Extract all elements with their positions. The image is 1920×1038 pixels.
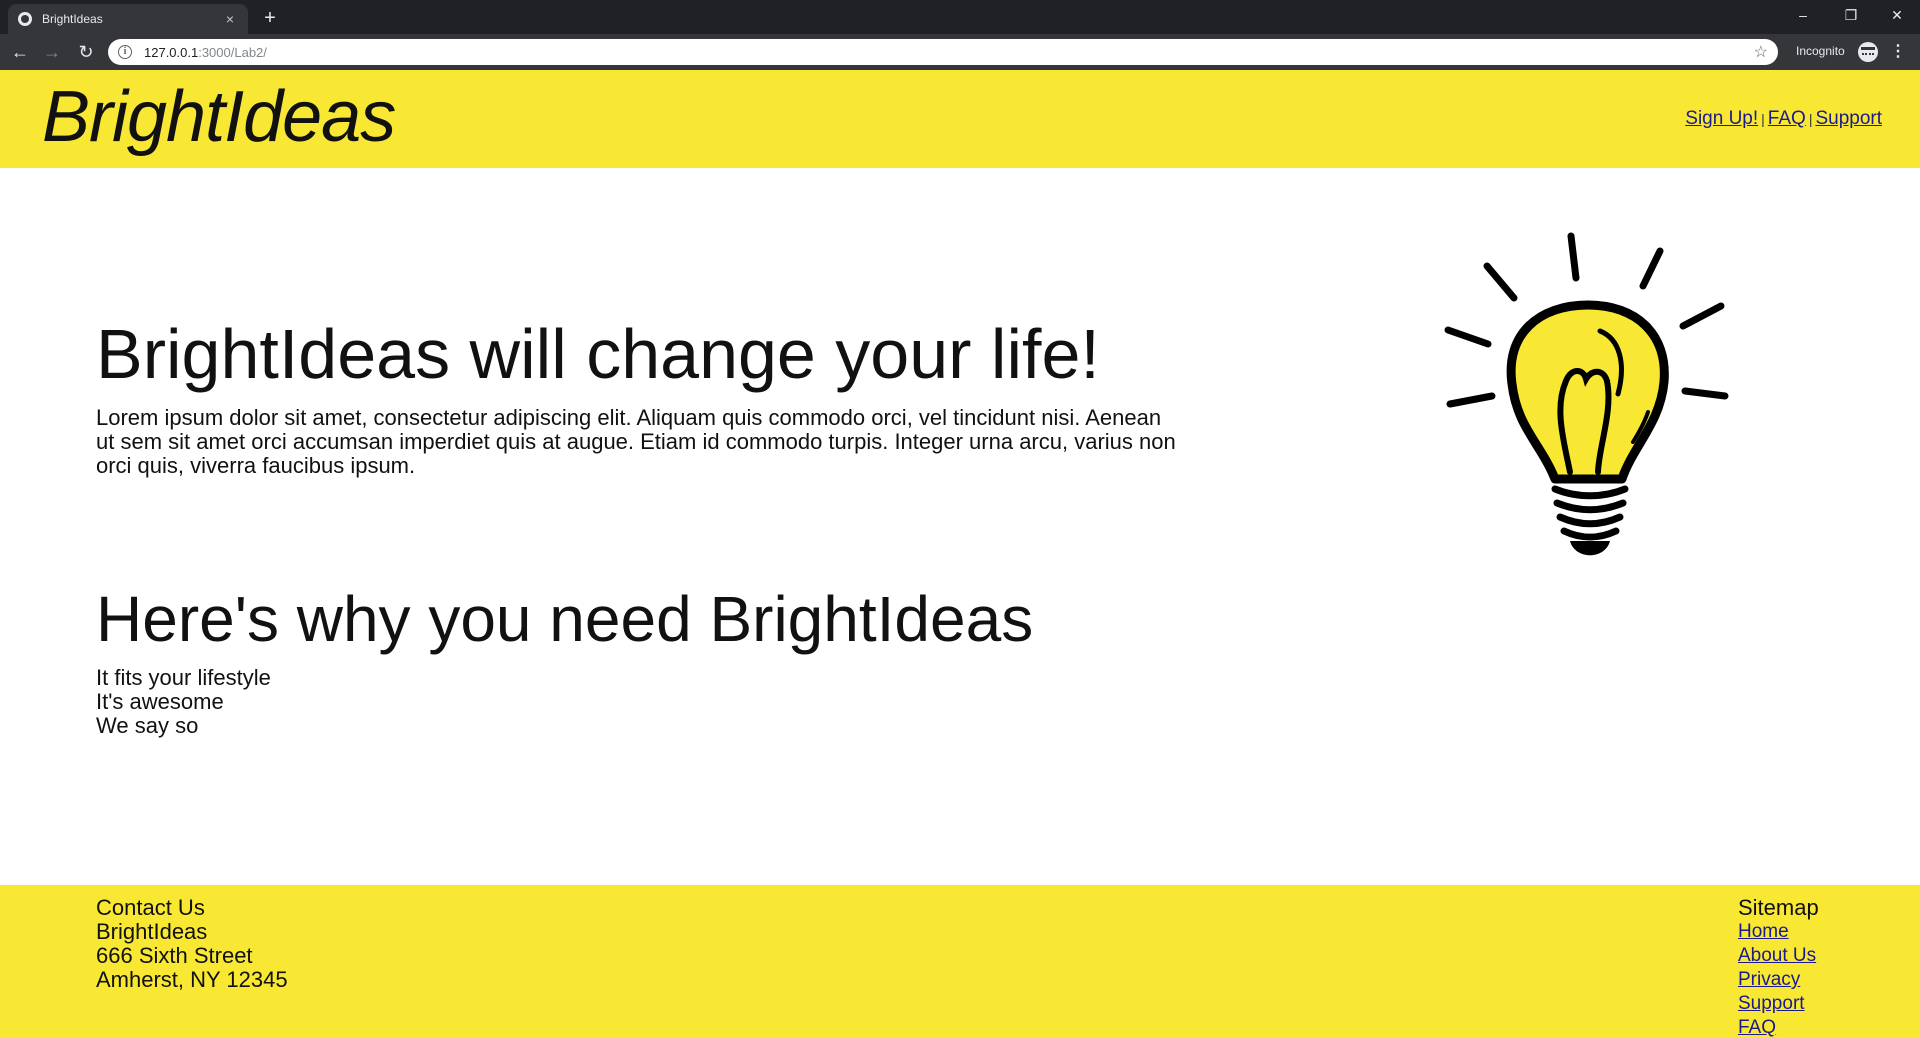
browser-tab-strip: BrightIdeas × + – ❐ ✕ (0, 0, 1920, 34)
close-window-icon[interactable]: ✕ (1874, 0, 1920, 30)
back-icon[interactable]: ← (8, 40, 32, 64)
support-link[interactable]: Support (1815, 108, 1882, 129)
globe-icon (18, 12, 32, 26)
sitemap-support-link[interactable]: Support (1738, 993, 1805, 1014)
browser-menu-icon[interactable]: ⋮ (1890, 40, 1906, 64)
address-bar[interactable]: i 127.0.0.1 :3000/Lab2/ ☆ (108, 39, 1778, 65)
nav-separator: | (1808, 111, 1813, 127)
list-item: It's awesome (96, 689, 224, 714)
sitemap-privacy-link[interactable]: Privacy (1738, 969, 1800, 990)
list-item: Home (1738, 920, 1819, 944)
list-item: About Us (1738, 944, 1819, 968)
bookmark-star-icon[interactable]: ☆ (1754, 42, 1768, 62)
why-title: Here's why you need BrightIdeas (96, 583, 1034, 655)
contact-street: 666 Sixth Street (96, 943, 253, 968)
contact-heading: Contact Us (96, 895, 205, 920)
list-item: Support (1738, 992, 1819, 1016)
url-host: 127.0.0.1 (144, 44, 199, 60)
faq-link[interactable]: FAQ (1768, 108, 1806, 129)
sitemap-links: Home About Us Privacy Support FAQ (1738, 920, 1819, 1038)
restore-icon[interactable]: ❐ (1828, 0, 1874, 30)
browser-tab[interactable]: BrightIdeas × (8, 4, 248, 34)
site-logo: BrightIdeas (42, 77, 396, 157)
hero-text: Lorem ipsum dolor sit amet, consectetur … (96, 405, 1176, 478)
contact-block: Contact Us BrightIdeas 666 Sixth Street … (96, 896, 288, 992)
tab-title: BrightIdeas (42, 12, 103, 26)
tab-close-icon[interactable]: × (222, 11, 238, 27)
browser-toolbar: ← → ↻ i 127.0.0.1 :3000/Lab2/ ☆ Incognit… (0, 34, 1920, 70)
incognito-icon[interactable] (1858, 42, 1878, 62)
sitemap-about-link[interactable]: About Us (1738, 945, 1816, 966)
lightbulb-icon (1444, 232, 1729, 556)
sitemap-home-link[interactable]: Home (1738, 921, 1789, 942)
sitemap-faq-link[interactable]: FAQ (1738, 1017, 1776, 1038)
hero-title: BrightIdeas will change your life! (96, 315, 1100, 393)
contact-city: Amherst, NY 12345 (96, 967, 288, 992)
reasons-list: It fits your lifestyle It's awesome We s… (96, 666, 271, 738)
site-header: BrightIdeas Sign Up! | FAQ | Support (0, 70, 1920, 168)
list-item: FAQ (1738, 1016, 1819, 1038)
site-info-icon[interactable]: i (118, 45, 132, 59)
site-footer: Contact Us BrightIdeas 666 Sixth Street … (0, 885, 1920, 1038)
list-item: Privacy (1738, 968, 1819, 992)
signup-link[interactable]: Sign Up! (1685, 108, 1758, 129)
sitemap-heading: Sitemap (1738, 895, 1819, 920)
new-tab-button[interactable]: + (258, 6, 282, 30)
incognito-label: Incognito (1796, 44, 1845, 58)
header-nav: Sign Up! | FAQ | Support (1685, 108, 1882, 130)
list-item: It fits your lifestyle (96, 665, 271, 690)
list-item: We say so (96, 713, 199, 738)
url-path: :3000/Lab2/ (198, 44, 267, 60)
reload-icon[interactable]: ↻ (74, 40, 98, 64)
sitemap: Sitemap Home About Us Privacy Support FA… (1738, 896, 1819, 1038)
minimize-icon[interactable]: – (1780, 0, 1826, 30)
nav-separator: | (1761, 111, 1765, 127)
contact-company: BrightIdeas (96, 919, 208, 944)
forward-icon[interactable]: → (40, 40, 64, 64)
